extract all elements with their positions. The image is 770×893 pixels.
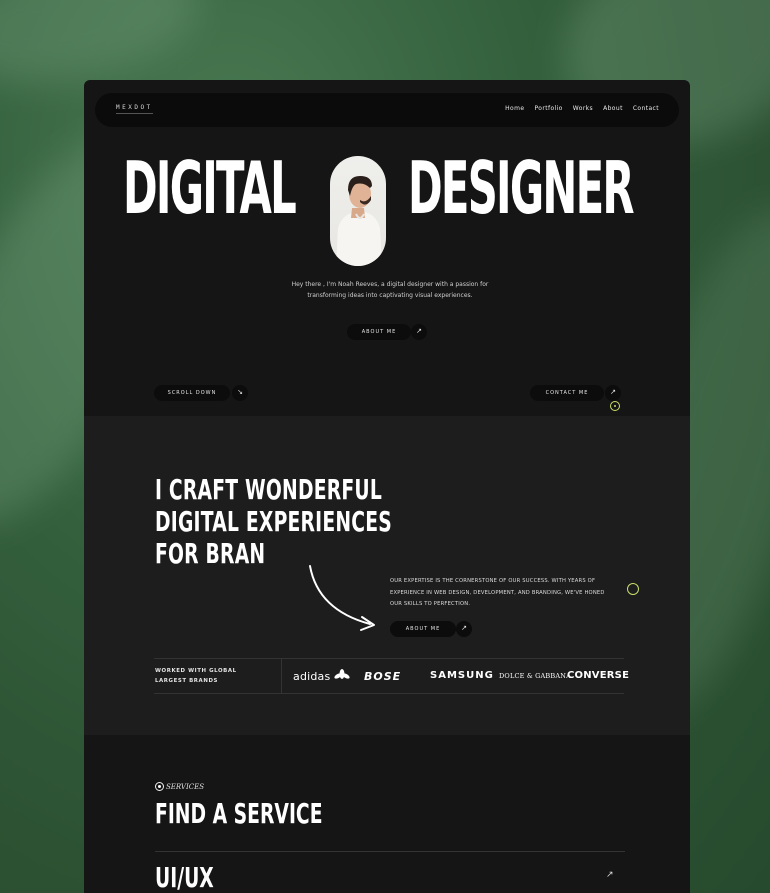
craft-line: I CRAFT WONDERFUL	[155, 473, 382, 506]
brand-logo-samsung: SAMSUNG	[430, 670, 494, 681]
about-me-button[interactable]: ABOUT ME	[347, 324, 411, 340]
about-section: I CRAFT WONDERFUL DIGITAL EXPERIENCES FO…	[84, 416, 690, 735]
nav-item-home[interactable]: Home	[505, 105, 524, 112]
hero-title-right: DESIGNER	[408, 146, 635, 230]
arrow-up-right-icon[interactable]: ↗	[456, 621, 472, 637]
brand-logo-converse: CONVERSE	[567, 670, 630, 681]
hero-title-left: DIGITAL	[123, 146, 297, 230]
navbar: MEXDOT Home Portfolio Works About Contac…	[95, 93, 679, 127]
website-frame: MEXDOT Home Portfolio Works About Contac…	[84, 80, 690, 893]
nav-item-contact[interactable]: Contact	[633, 105, 659, 112]
nav-item-works[interactable]: Works	[573, 105, 593, 112]
curved-arrow-icon	[309, 565, 375, 631]
about-me-button[interactable]: ABOUT ME	[390, 621, 456, 637]
adidas-trefoil-icon	[334, 669, 350, 679]
nav-item-portfolio[interactable]: Portfolio	[534, 105, 562, 112]
service-item-uiux[interactable]: UI/UX	[155, 861, 214, 893]
cursor-ring-icon	[610, 401, 620, 411]
arrow-up-right-icon[interactable]: ↗	[606, 869, 614, 880]
arrow-up-right-icon[interactable]: ↗	[605, 385, 621, 401]
brands-strip: WORKED WITH GLOBAL LARGEST BRANDS adidas…	[154, 658, 629, 694]
nav-menu: Home Portfolio Works About Contact	[505, 105, 659, 112]
brand-logo-dolce-gabbana: DOLCE & GABBANA	[499, 672, 572, 680]
nav-item-about[interactable]: About	[603, 105, 623, 112]
cursor-ring-icon	[627, 583, 639, 595]
arrow-up-right-icon[interactable]: ↗	[411, 324, 427, 340]
hero-intro: Hey there , I'm Noah Reeves, a digital d…	[291, 281, 489, 299]
site-logo[interactable]: MEXDOT	[116, 104, 153, 114]
services-title: FIND A SERVICE	[155, 797, 323, 830]
craft-heading: I CRAFT WONDERFUL DIGITAL EXPERIENCES FO…	[155, 474, 392, 570]
bullet-icon	[155, 782, 164, 791]
scroll-down-button[interactable]: SCROLL DOWN	[154, 385, 230, 401]
brands-heading: WORKED WITH GLOBAL LARGEST BRANDS	[155, 668, 237, 684]
divider	[155, 851, 625, 852]
brand-logo-adidas: adidas	[293, 670, 331, 683]
brand-logo-bose: BOSE	[364, 670, 402, 683]
portrait-image	[330, 156, 386, 266]
expertise-text: OUR EXPERTISE IS THE CORNERSTONE OF OUR …	[390, 578, 605, 607]
services-label: SERVICES	[166, 783, 205, 791]
craft-line: DIGITAL EXPERIENCES	[155, 505, 392, 538]
contact-me-button[interactable]: CONTACT ME	[530, 385, 604, 401]
divider	[281, 659, 282, 693]
arrow-down-right-icon[interactable]: ↘	[232, 385, 248, 401]
services-section: SERVICES FIND A SERVICE UI/UX ↗	[84, 735, 690, 893]
